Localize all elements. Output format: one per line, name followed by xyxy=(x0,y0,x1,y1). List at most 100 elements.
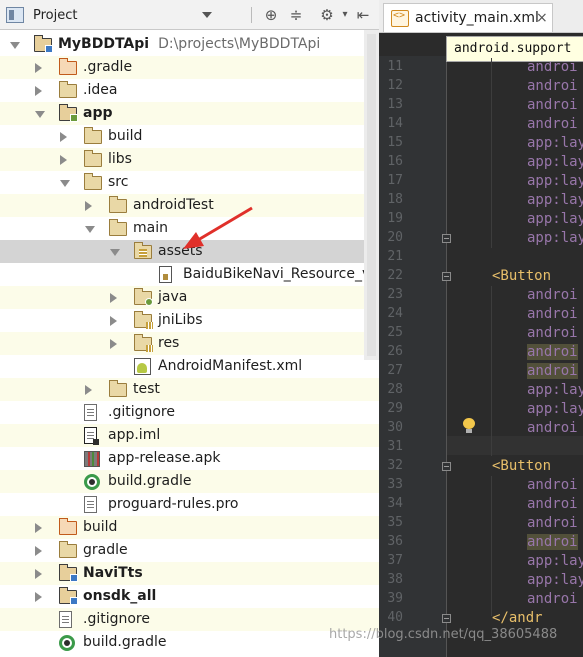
project-view-selector[interactable]: Project xyxy=(6,0,218,30)
fold-marker-icon[interactable] xyxy=(442,614,451,623)
chevron-right-icon[interactable] xyxy=(35,592,42,602)
hide-panel-icon[interactable]: ⇤ xyxy=(354,6,372,24)
breadcrumb-tooltip: android.support xyxy=(446,36,583,62)
tree-item-app[interactable]: app xyxy=(0,102,379,125)
tree-item-text: src xyxy=(108,174,128,191)
data-file-icon xyxy=(159,266,172,283)
code-token: app:lay xyxy=(527,553,583,569)
line-number: 20 xyxy=(387,230,403,245)
folder-icon xyxy=(84,127,102,144)
code-token: androi xyxy=(527,496,578,512)
chevron-right-icon[interactable] xyxy=(35,63,42,73)
tree-item-mybddtapi[interactable]: MyBDDTApi D:\projects\MyBDDTApi xyxy=(0,33,379,56)
tree-scrollbar[interactable] xyxy=(364,30,379,360)
line-number: 13 xyxy=(387,97,403,112)
line-number: 38 xyxy=(387,572,403,587)
code-editor: activity_main.xml × 11 12 13 14 15 16 17 18 19 20… xyxy=(379,0,583,657)
tab-activity-main-xml[interactable]: activity_main.xml × xyxy=(383,3,553,32)
tree-item-text: NaviTts xyxy=(83,565,143,582)
gear-icon[interactable]: ⚙ xyxy=(318,6,336,24)
tree-item-res[interactable]: res xyxy=(0,332,379,355)
line-number: 25 xyxy=(387,325,403,340)
chevron-right-icon[interactable] xyxy=(35,569,42,579)
folder-icon xyxy=(109,196,127,213)
code-line: androi xyxy=(527,495,578,514)
line-number: 37 xyxy=(387,553,403,568)
chevron-down-icon[interactable] xyxy=(35,111,45,118)
chevron-right-icon[interactable] xyxy=(85,385,92,395)
chevron-down-icon[interactable] xyxy=(85,226,95,233)
tree-item-gitignore[interactable]: .gitignore xyxy=(0,608,379,631)
xml-file-icon xyxy=(391,10,409,27)
tree-item-text: jniLibs xyxy=(158,312,203,329)
tree-item-build[interactable]: build xyxy=(0,516,379,539)
line-number: 39 xyxy=(387,591,403,606)
tree-item-navitts[interactable]: NaviTts xyxy=(0,562,379,585)
tree-item-gitignore[interactable]: .gitignore xyxy=(0,401,379,424)
tree-item-androidtest[interactable]: androidTest xyxy=(0,194,379,217)
code-line: androi xyxy=(527,77,578,96)
tree-item-label: java xyxy=(158,289,188,305)
chevron-right-icon[interactable] xyxy=(110,293,117,303)
source-folder-icon xyxy=(134,288,153,306)
line-number: 32 xyxy=(387,458,403,473)
chevron-right-icon[interactable] xyxy=(60,155,67,165)
line-number: 35 xyxy=(387,515,403,530)
fold-marker-icon[interactable] xyxy=(442,234,451,243)
chevron-down-icon[interactable] xyxy=(10,42,20,49)
chevron-right-icon[interactable] xyxy=(60,132,67,142)
tree-item-label: .gitignore xyxy=(83,611,150,627)
tree-item-app-iml[interactable]: app.iml xyxy=(0,424,379,447)
tree-item-jnilibs[interactable]: jniLibs xyxy=(0,309,379,332)
tree-item-build-gradle[interactable]: build.gradle xyxy=(0,470,379,493)
gradle-icon xyxy=(84,474,100,490)
indent-guide xyxy=(491,286,492,456)
chevron-right-icon[interactable] xyxy=(35,86,42,96)
tree-item-text: build.gradle xyxy=(83,634,167,651)
app-module-icon xyxy=(59,104,78,122)
tree-item-build-gradle[interactable]: build.gradle xyxy=(0,631,379,654)
tree-item-src[interactable]: src xyxy=(0,171,379,194)
tree-item-onsdk-all[interactable]: onsdk_all xyxy=(0,585,379,608)
tree-item-text: gradle xyxy=(83,542,128,559)
code-token: androi xyxy=(527,420,578,436)
lightbulb-icon[interactable] xyxy=(462,418,476,434)
chevron-right-icon[interactable] xyxy=(35,523,42,533)
tree-item-baidubikenavi-resource-v5-2-1-png[interactable]: BaiduBikeNavi_Resource_v5_2_1.png xyxy=(0,263,379,286)
tree-item-main[interactable]: main xyxy=(0,217,379,240)
gear-dropdown-icon[interactable]: ▾ xyxy=(336,6,354,24)
chevron-down-icon[interactable] xyxy=(60,180,70,187)
fold-marker-icon[interactable] xyxy=(442,272,451,281)
close-icon[interactable]: × xyxy=(536,10,548,26)
chevron-right-icon[interactable] xyxy=(110,339,117,349)
code-token: app:lay xyxy=(527,230,583,246)
tree-item-idea[interactable]: .idea xyxy=(0,79,379,102)
tree-item-label: .idea xyxy=(83,82,118,98)
tree-item-app-release-apk[interactable]: app-release.apk xyxy=(0,447,379,470)
jni-folder-icon xyxy=(134,311,153,329)
crosshair-icon[interactable]: ⊕ xyxy=(262,6,280,24)
chevron-right-icon[interactable] xyxy=(35,546,42,556)
collapse-icon[interactable]: ≑ xyxy=(287,6,305,24)
tree-item-gradle[interactable]: gradle xyxy=(0,539,379,562)
chevron-down-icon[interactable] xyxy=(110,249,120,256)
tree-item-java[interactable]: java xyxy=(0,286,379,309)
tree-item-androidmanifest-xml[interactable]: AndroidManifest.xml xyxy=(0,355,379,378)
tree-item-proguard-rules-pro[interactable]: proguard-rules.pro xyxy=(0,493,379,516)
tree-item-label: build xyxy=(108,128,143,144)
tree-item-build[interactable]: build xyxy=(0,125,379,148)
resource-folder-icon xyxy=(134,334,153,352)
line-number: 18 xyxy=(387,192,403,207)
tree-item-assets[interactable]: assets xyxy=(0,240,379,263)
folder-icon xyxy=(59,541,77,558)
tree-item-gradle[interactable]: .gradle xyxy=(0,56,379,79)
chevron-right-icon[interactable] xyxy=(85,201,92,211)
tree-item-label: res xyxy=(158,335,180,351)
tree-item-libs[interactable]: libs xyxy=(0,148,379,171)
line-number: 31 xyxy=(387,439,403,454)
tree-item-label: test xyxy=(133,381,160,397)
chevron-right-icon[interactable] xyxy=(110,316,117,326)
module-folder-icon xyxy=(59,564,78,582)
fold-marker-icon[interactable] xyxy=(442,462,451,471)
tree-item-test[interactable]: test xyxy=(0,378,379,401)
